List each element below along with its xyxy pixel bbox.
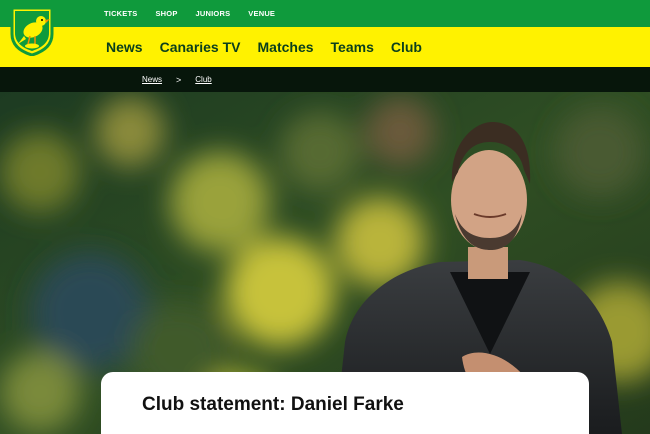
utility-bar: TICKETS SHOP JUNIORS VENUE: [0, 0, 650, 27]
breadcrumb-separator: >: [176, 74, 182, 85]
breadcrumb-link-news[interactable]: News: [142, 75, 162, 84]
utility-link-juniors[interactable]: JUNIORS: [196, 9, 231, 18]
utility-link-shop[interactable]: SHOP: [155, 9, 177, 18]
nav-link-canaries-tv[interactable]: Canaries TV: [160, 39, 241, 55]
canary-crest-icon: [10, 6, 54, 57]
utility-link-tickets[interactable]: TICKETS: [104, 9, 137, 18]
breadcrumb-link-club[interactable]: Club: [195, 75, 211, 84]
nav-link-teams[interactable]: Teams: [331, 39, 374, 55]
main-nav-bar: News Canaries TV Matches Teams Club: [0, 27, 650, 67]
nav-link-matches[interactable]: Matches: [258, 39, 314, 55]
breadcrumb-bar: News > Club: [0, 67, 650, 92]
article-card: Club statement: Daniel Farke: [101, 372, 589, 434]
nav-link-news[interactable]: News: [106, 39, 143, 55]
main-nav: News Canaries TV Matches Teams Club: [106, 27, 422, 67]
nav-link-club[interactable]: Club: [391, 39, 422, 55]
club-crest-logo[interactable]: [10, 6, 54, 57]
article-title: Club statement: Daniel Farke: [142, 394, 404, 415]
utility-link-venue[interactable]: VENUE: [248, 9, 275, 18]
breadcrumb: News > Club: [142, 67, 212, 92]
utility-nav: TICKETS SHOP JUNIORS VENUE: [104, 0, 275, 27]
